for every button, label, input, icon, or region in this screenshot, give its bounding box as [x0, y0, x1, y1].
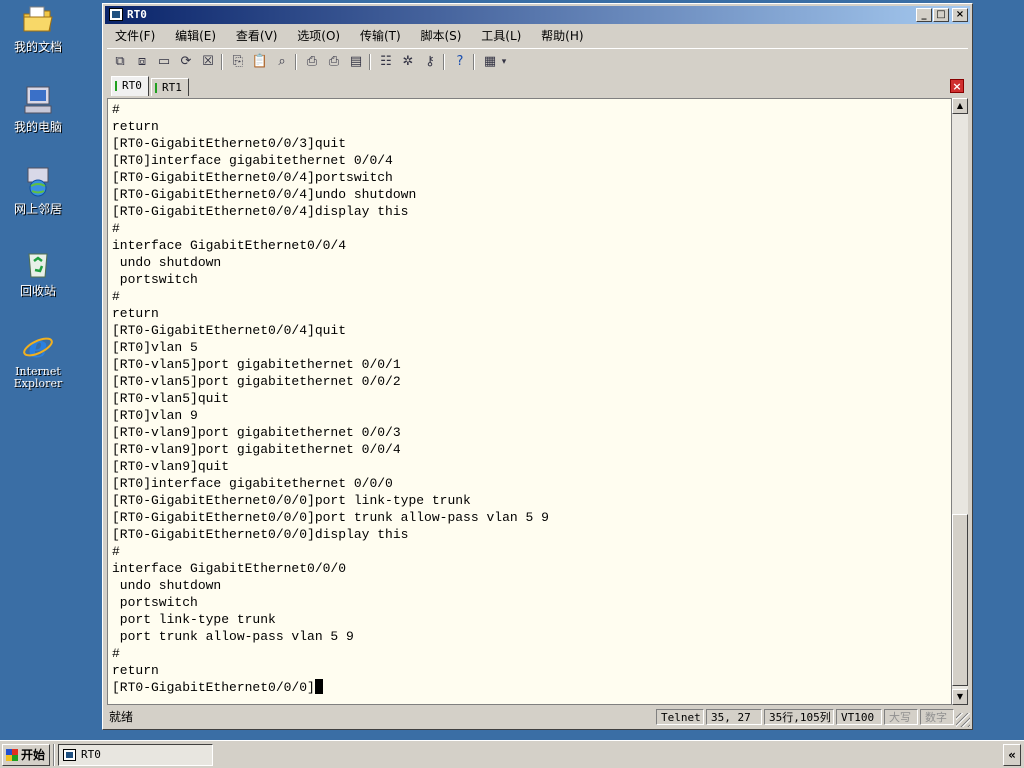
help-icon[interactable]: ?: [451, 53, 469, 71]
terminal-output: # return [RT0-GigabitEthernet0/0/3]quit …: [108, 99, 951, 696]
menu-view[interactable]: 查看(V): [228, 26, 286, 46]
connected-indicator-icon: [115, 81, 117, 91]
desktop-icon-label: 回收站: [19, 284, 56, 298]
toolbar-separator: [221, 54, 223, 70]
toolbar-overflow-icon[interactable]: ▾: [499, 53, 509, 71]
title-bar[interactable]: RT0 _ □ ×: [105, 6, 970, 24]
menu-tools[interactable]: 工具(L): [473, 26, 529, 46]
quick-connect-icon[interactable]: ⧈: [133, 53, 151, 71]
status-protocol: Telnet: [656, 709, 704, 725]
terminal-prompt: [RT0-GigabitEthernet0/0/0]: [112, 680, 315, 695]
key-icon[interactable]: ⚷: [421, 53, 439, 71]
tab-label: RT1: [162, 81, 182, 94]
menu-edit[interactable]: 编辑(E): [167, 26, 224, 46]
ie-icon: e: [23, 330, 53, 362]
folder-documents-icon: [23, 6, 53, 32]
scroll-down-button[interactable]: ▼: [952, 689, 968, 705]
connect-icon[interactable]: ⧉: [111, 53, 129, 71]
taskbar-divider: [53, 744, 55, 766]
log-icon[interactable]: ▤: [347, 53, 365, 71]
minimize-button[interactable]: _: [916, 8, 932, 22]
toolbar-separator: [295, 54, 297, 70]
status-text: 就绪: [109, 710, 134, 724]
toolbar-separator: [369, 54, 371, 70]
keymap-icon[interactable]: ▦: [481, 53, 499, 71]
status-bar: 就绪 Telnet 35, 27 35行,105列 VT100 大写 数字: [105, 707, 970, 727]
status-caps-lock: 大写: [884, 709, 918, 725]
tab-close-button[interactable]: ×: [950, 79, 964, 93]
start-label: 开始: [21, 748, 46, 762]
network-places-icon: [27, 167, 49, 197]
menu-file[interactable]: 文件(F): [107, 26, 163, 46]
scroll-up-button[interactable]: ▲: [952, 98, 968, 114]
vertical-scrollbar[interactable]: ▲ ▼: [952, 98, 968, 705]
tab-label: RT0: [122, 79, 142, 92]
paste-icon[interactable]: 📋: [251, 53, 269, 71]
desktop-icon-label: 我的电脑: [13, 120, 62, 134]
global-options-icon[interactable]: ✲: [399, 53, 417, 71]
scroll-thumb[interactable]: [952, 514, 968, 686]
windows-logo-icon: [6, 749, 18, 761]
menu-transfer[interactable]: 传输(T): [352, 26, 409, 46]
app-icon: [63, 749, 76, 761]
disconnect-icon[interactable]: ☒: [199, 53, 217, 71]
copy-icon[interactable]: ⎘: [229, 53, 247, 71]
new-tab-icon[interactable]: ▭: [155, 53, 173, 71]
terminal-output-text: # return [RT0-GigabitEthernet0/0/3]quit …: [112, 102, 549, 678]
start-button[interactable]: 开始: [2, 744, 50, 766]
desktop-icon-my-documents[interactable]: 我的文档: [6, 4, 70, 54]
tray-expand-button[interactable]: «: [1003, 744, 1021, 766]
tab-rt1[interactable]: RT1: [151, 78, 189, 96]
status-emulation: VT100: [836, 709, 882, 725]
app-icon[interactable]: [109, 8, 123, 21]
status-cursor-position: 35, 27: [706, 709, 762, 725]
terminal-screen[interactable]: # return [RT0-GigabitEthernet0/0/3]quit …: [107, 98, 952, 705]
tab-rt0[interactable]: RT0: [111, 76, 149, 96]
taskbar: 开始 RT0 «: [0, 740, 1024, 768]
computer-icon: [24, 86, 52, 114]
find-icon[interactable]: ⌕: [273, 53, 291, 71]
desktop-icon-label: 我的文档: [13, 40, 62, 54]
session-options-icon[interactable]: ☷: [377, 53, 395, 71]
print-icon[interactable]: ⎙: [303, 53, 321, 71]
desktop-icon-internet-explorer[interactable]: e Internet Explorer: [6, 330, 70, 390]
desktop-icon-my-computer[interactable]: 我的电脑: [6, 84, 70, 134]
menu-help[interactable]: 帮助(H): [533, 26, 591, 46]
recycle-bin-icon: [28, 253, 48, 278]
taskbar-item-rt0[interactable]: RT0: [58, 744, 213, 766]
session-tabs: RT0 RT1 ×: [107, 76, 968, 96]
status-num-lock: 数字: [920, 709, 954, 725]
toolbar-separator: [443, 54, 445, 70]
desktop-icon-label: 网上邻居: [13, 202, 62, 216]
maximize-button[interactable]: □: [933, 8, 949, 22]
desktop-icon-label-line2: Explorer: [13, 377, 63, 390]
svg-text:e: e: [28, 330, 47, 362]
close-button[interactable]: ×: [952, 8, 968, 22]
connected-indicator-icon: [155, 83, 157, 93]
print-setup-icon[interactable]: ⎙: [325, 53, 343, 71]
taskbar-item-label: RT0: [81, 748, 101, 761]
terminal-cursor: [314, 679, 323, 694]
toolbar: ⧉ ⧈ ▭ ⟳ ☒ ⎘ 📋 ⌕ ⎙ ⎙ ▤ ☷ ✲ ⚷ ? ▦ ▾: [107, 48, 968, 75]
toolbar-separator: [473, 54, 475, 70]
desktop-icon-recycle-bin[interactable]: 回收站: [6, 248, 70, 298]
reconnect-icon[interactable]: ⟳: [177, 53, 195, 71]
desktop-icon-network-places[interactable]: 网上邻居: [6, 166, 70, 216]
menu-options[interactable]: 选项(O): [289, 26, 348, 46]
resize-grip-icon[interactable]: [956, 713, 970, 727]
status-terminal-size: 35行,105列: [764, 709, 834, 725]
window-title: RT0: [127, 8, 147, 21]
terminal-window: RT0 _ □ × 文件(F) 编辑(E) 查看(V) 选项(O) 传输(T) …: [102, 3, 973, 730]
menu-bar: 文件(F) 编辑(E) 查看(V) 选项(O) 传输(T) 脚本(S) 工具(L…: [107, 26, 968, 46]
menu-script[interactable]: 脚本(S): [412, 26, 469, 46]
